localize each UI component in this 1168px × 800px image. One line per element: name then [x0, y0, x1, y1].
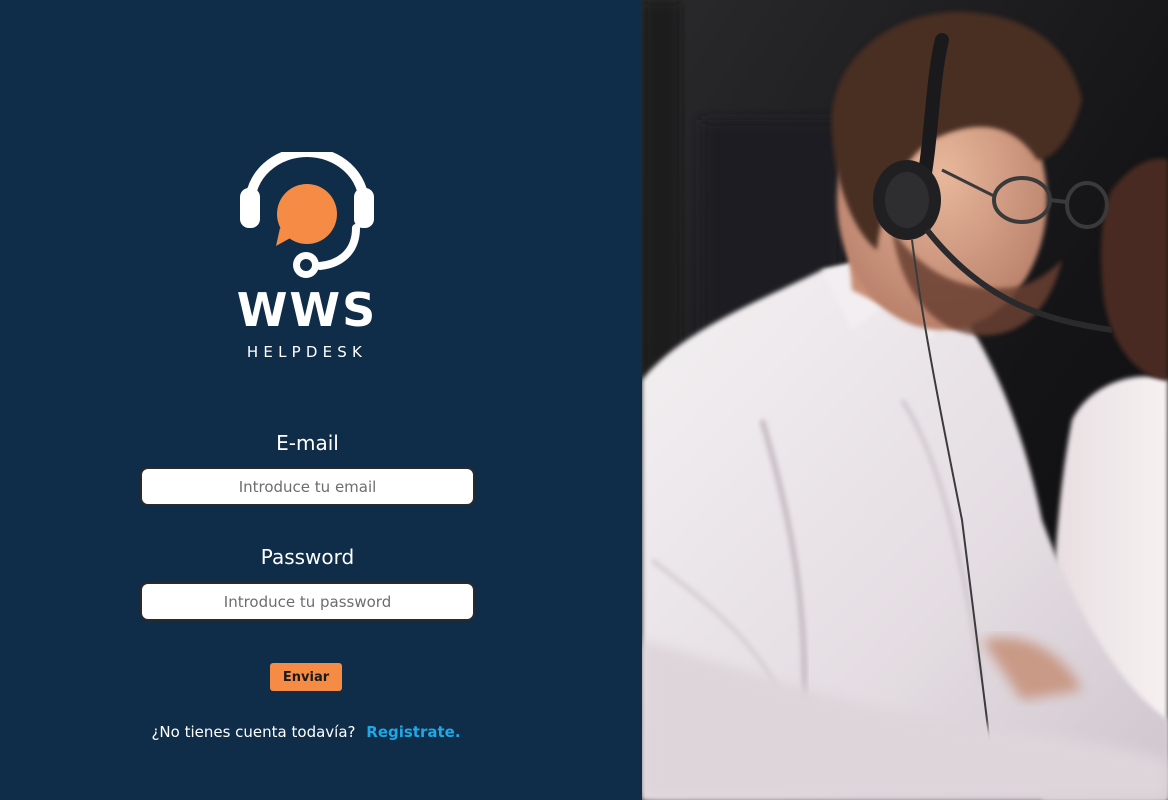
- login-page: WWS HELPDESK E-mail Password Enviar ¿No …: [0, 0, 1168, 800]
- support-agent-photo: [642, 0, 1168, 800]
- submit-button[interactable]: Enviar: [270, 663, 342, 691]
- email-label: E-mail: [276, 431, 339, 455]
- login-panel: WWS HELPDESK E-mail Password Enviar ¿No …: [0, 0, 642, 800]
- email-field[interactable]: [140, 467, 475, 506]
- brand-name: WWS: [236, 283, 378, 337]
- register-prompt: ¿No tienes cuenta todavía?: [151, 723, 356, 741]
- register-prompt-row: ¿No tienes cuenta todavía? Registrate.: [120, 720, 492, 744]
- brand-logo: WWS HELPDESK: [236, 152, 378, 362]
- password-field[interactable]: [140, 582, 475, 621]
- headset-chat-icon: [240, 152, 374, 278]
- password-label: Password: [260, 545, 355, 569]
- register-link[interactable]: Registrate.: [366, 723, 460, 741]
- brand-subtitle: HELPDESK: [246, 343, 368, 361]
- hero-photo: [642, 0, 1168, 800]
